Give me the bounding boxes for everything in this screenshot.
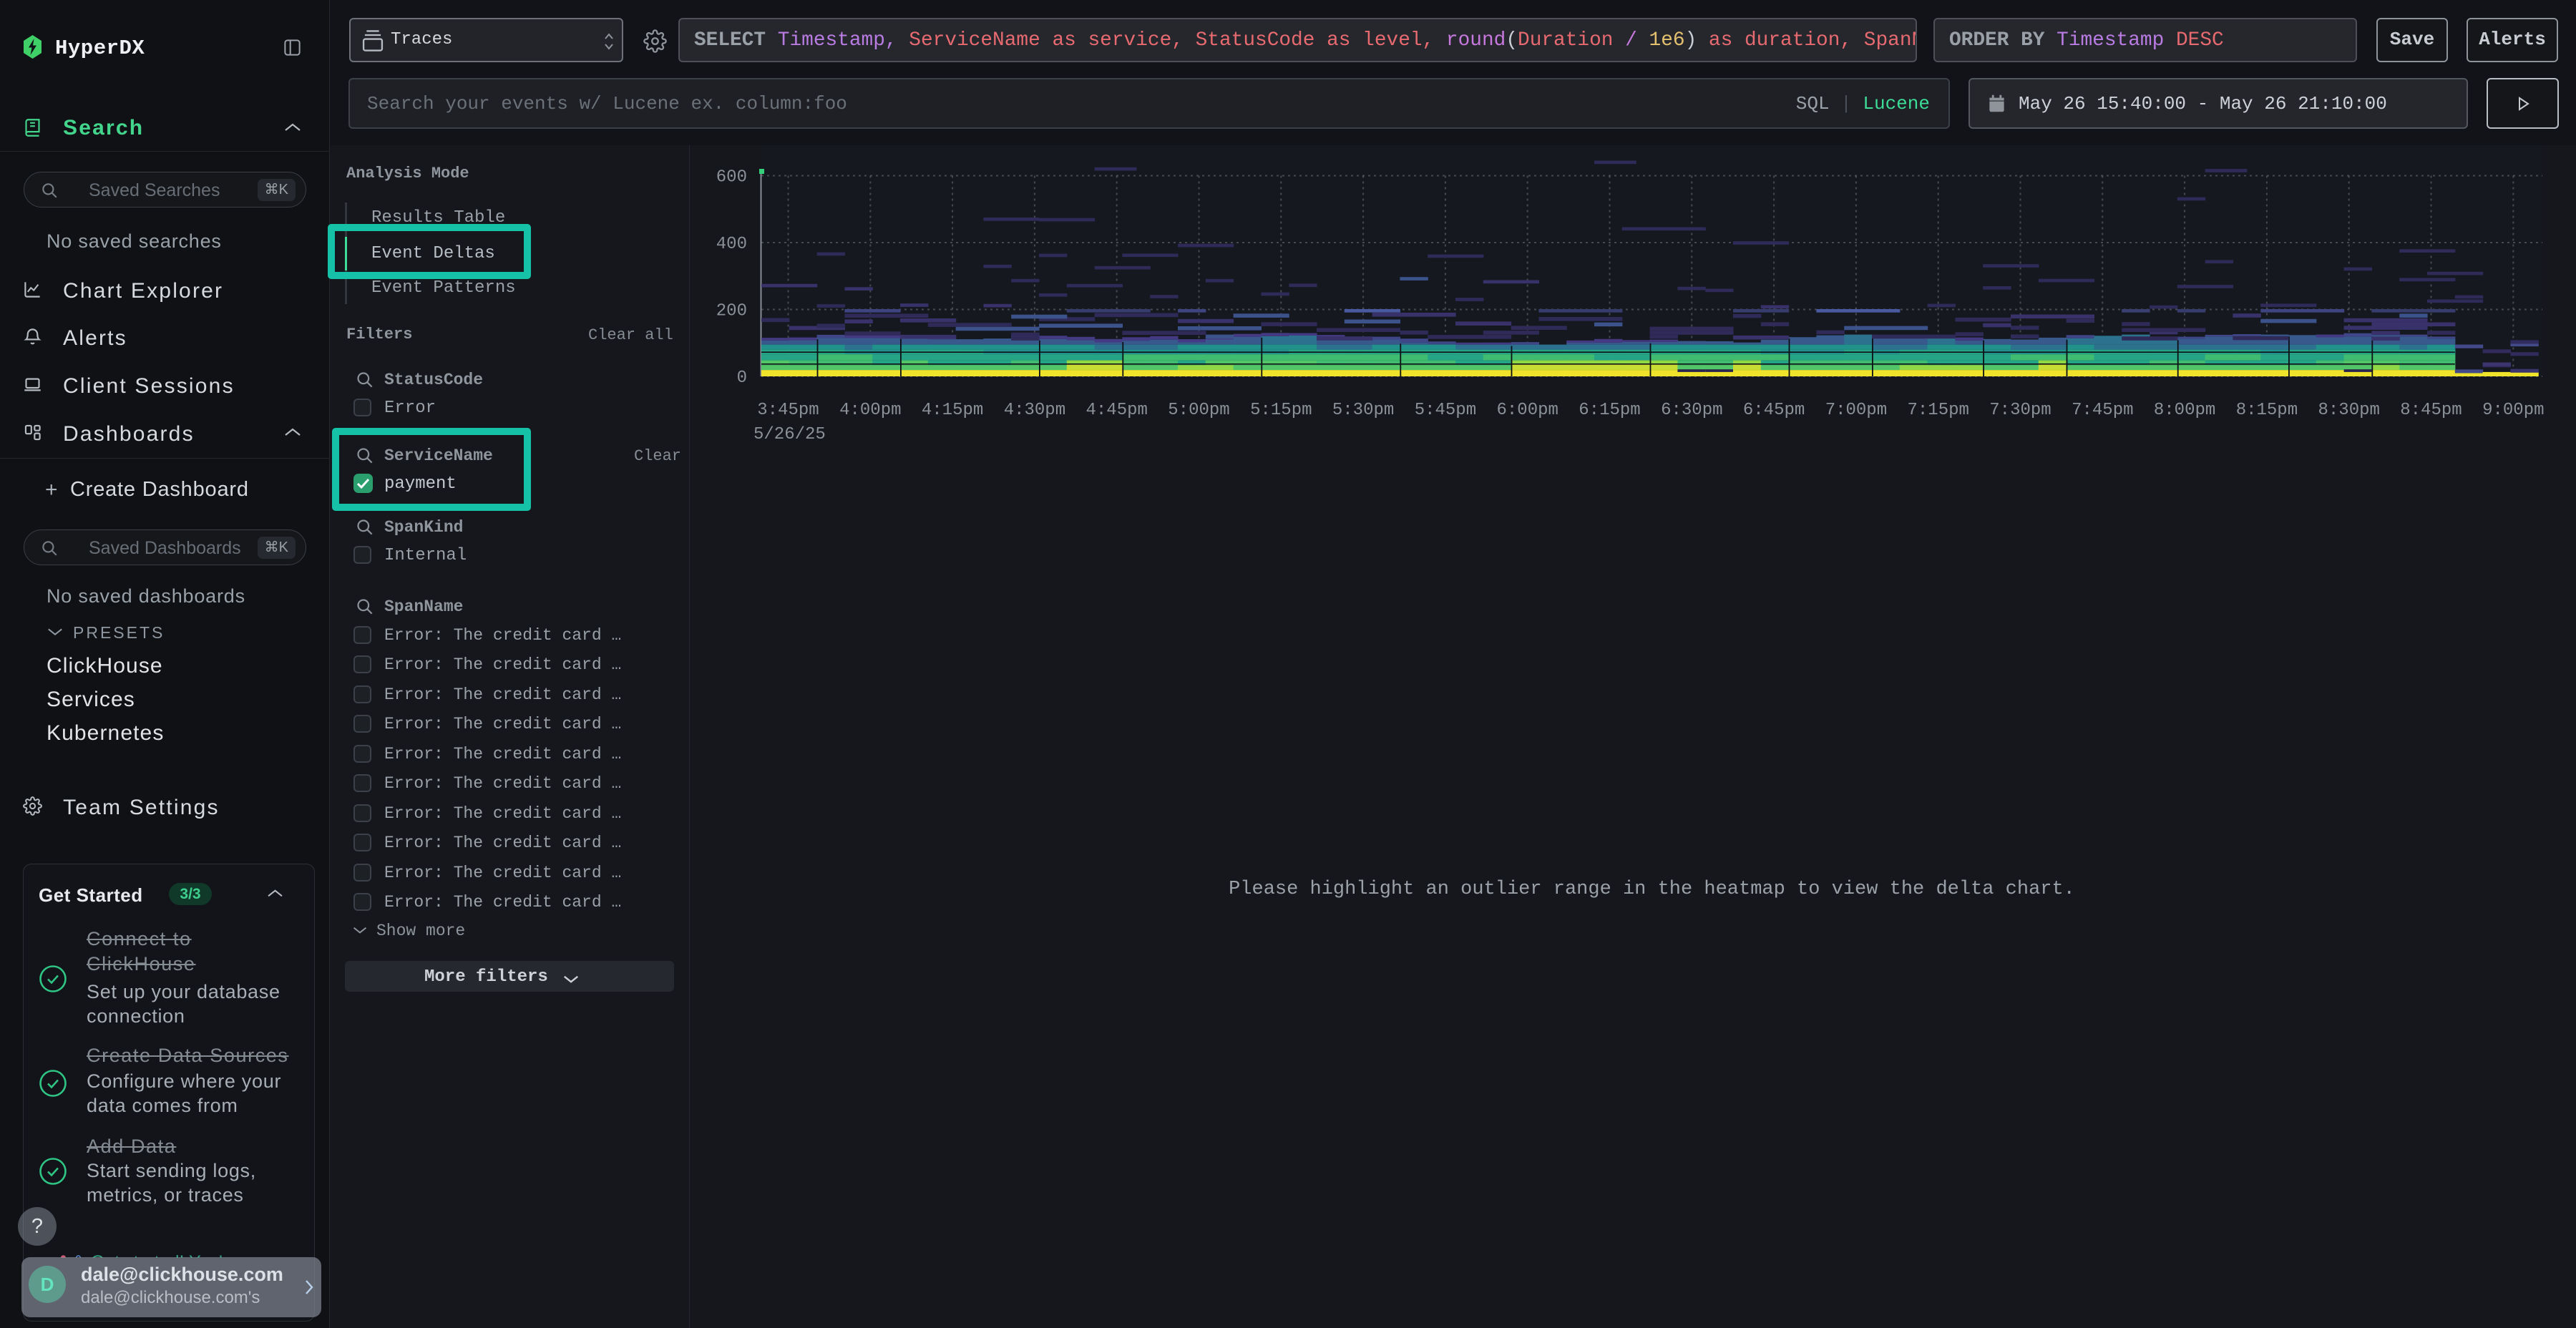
svg-text:4:30pm: 4:30pm xyxy=(1004,401,1065,420)
svg-text:6:45pm: 6:45pm xyxy=(1743,401,1805,420)
svg-text:7:00pm: 7:00pm xyxy=(1825,401,1887,420)
svg-text:8:30pm: 8:30pm xyxy=(2318,401,2379,420)
svg-text:3:45pm: 3:45pm xyxy=(757,401,819,420)
svg-text:8:00pm: 8:00pm xyxy=(2154,401,2215,420)
svg-text:6:00pm: 6:00pm xyxy=(1496,401,1558,420)
svg-text:5/26/25: 5/26/25 xyxy=(753,425,826,444)
svg-text:5:00pm: 5:00pm xyxy=(1168,401,1229,420)
svg-text:0: 0 xyxy=(737,368,747,388)
svg-text:4:00pm: 4:00pm xyxy=(839,401,901,420)
svg-text:9:00pm: 9:00pm xyxy=(2482,401,2544,420)
svg-text:8:45pm: 8:45pm xyxy=(2400,401,2462,420)
svg-text:6:30pm: 6:30pm xyxy=(1661,401,1722,420)
svg-text:600: 600 xyxy=(716,168,747,187)
svg-text:200: 200 xyxy=(716,302,747,321)
svg-text:4:15pm: 4:15pm xyxy=(922,401,983,420)
svg-text:6:15pm: 6:15pm xyxy=(1579,401,1640,420)
svg-text:5:45pm: 5:45pm xyxy=(1415,401,1476,420)
svg-text:7:45pm: 7:45pm xyxy=(2072,401,2133,420)
svg-text:400: 400 xyxy=(716,235,747,254)
svg-text:7:15pm: 7:15pm xyxy=(1907,401,1968,420)
svg-text:4:45pm: 4:45pm xyxy=(1085,401,1147,420)
svg-text:5:15pm: 5:15pm xyxy=(1250,401,1312,420)
svg-text:8:15pm: 8:15pm xyxy=(2236,401,2298,420)
svg-text:7:30pm: 7:30pm xyxy=(1989,401,2051,420)
svg-text:5:30pm: 5:30pm xyxy=(1332,401,1394,420)
